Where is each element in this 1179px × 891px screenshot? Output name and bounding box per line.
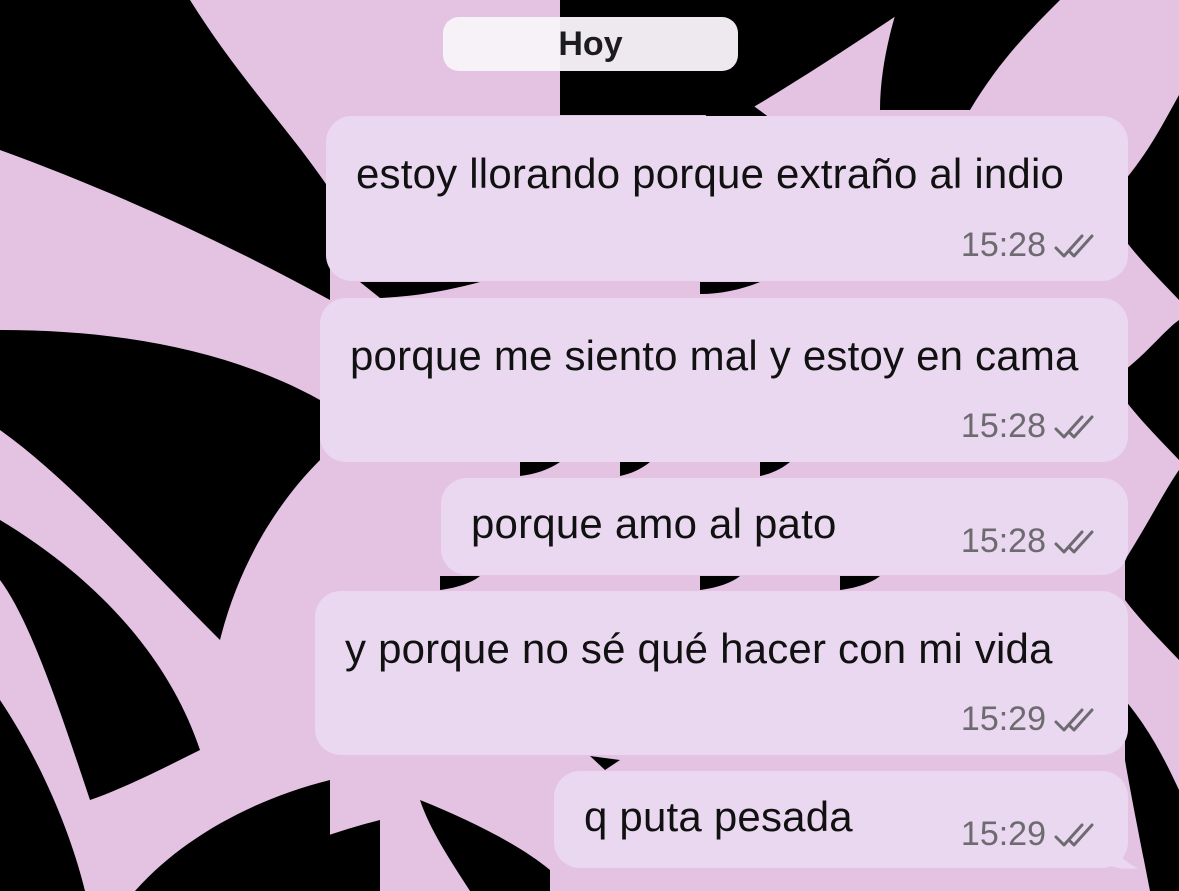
- message-bubble[interactable]: y porque no sé qué hacer con mi vida 15:…: [315, 591, 1128, 755]
- message-text: porque amo al pato: [471, 500, 837, 547]
- message-text: q puta pesada: [584, 793, 853, 840]
- message-meta: 15:29: [961, 815, 1100, 854]
- message-text: y porque no sé qué hacer con mi vida: [345, 625, 1053, 672]
- message-time: 15:28: [960, 407, 1046, 445]
- message-bubble[interactable]: porque amo al pato 15:28: [441, 478, 1128, 575]
- message-time: 15:28: [960, 226, 1046, 264]
- message-meta: 15:28: [961, 407, 1100, 446]
- message-time: 15:29: [960, 815, 1046, 853]
- double-check-icon: [1054, 530, 1094, 553]
- double-check-icon: [1054, 708, 1094, 731]
- message-bubble[interactable]: estoy llorando porque extraño al indio 1…: [326, 116, 1128, 281]
- message-bubble[interactable]: porque me siento mal y estoy en cama 15:…: [320, 298, 1128, 462]
- message-meta: 15:28: [961, 226, 1100, 265]
- message-time: 15:28: [960, 522, 1046, 560]
- date-separator: Hoy: [443, 17, 738, 71]
- message-time: 15:29: [960, 700, 1046, 738]
- message-meta: 15:28: [961, 522, 1100, 561]
- message-text: porque me siento mal y estoy en cama: [350, 332, 1079, 379]
- bubble-tail: [1108, 822, 1138, 869]
- double-check-icon: [1054, 234, 1094, 257]
- message-meta: 15:29: [961, 700, 1100, 739]
- message-bubble[interactable]: q puta pesada 15:29: [554, 771, 1128, 868]
- message-text: estoy llorando porque extraño al indio: [356, 150, 1065, 197]
- double-check-icon: [1054, 823, 1094, 846]
- date-separator-label: Hoy: [558, 24, 623, 63]
- double-check-icon: [1054, 415, 1094, 438]
